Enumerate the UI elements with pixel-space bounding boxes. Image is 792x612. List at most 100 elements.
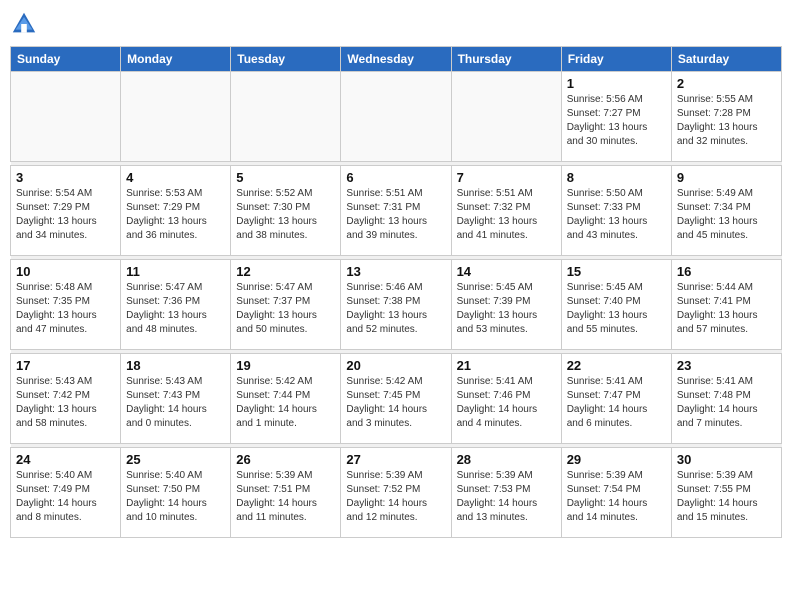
day-number: 18 [126, 358, 225, 373]
calendar-week-row: 24 Sunrise: 5:40 AM Sunset: 7:49 PM Dayli… [11, 448, 782, 538]
col-tuesday: Tuesday [231, 47, 341, 72]
day-number: 30 [677, 452, 776, 467]
day-info: Sunrise: 5:43 AM Sunset: 7:42 PM Dayligh… [16, 375, 115, 431]
day-info: Sunrise: 5:45 AM Sunset: 7:40 PM Dayligh… [567, 281, 666, 337]
day-info: Sunrise: 5:41 AM Sunset: 7:48 PM Dayligh… [677, 375, 776, 431]
day-number: 3 [16, 170, 115, 185]
table-row: 26 Sunrise: 5:39 AM Sunset: 7:51 PM Dayli… [231, 448, 341, 538]
col-sunday: Sunday [11, 47, 121, 72]
day-info: Sunrise: 5:39 AM Sunset: 7:55 PM Dayligh… [677, 469, 776, 525]
day-number: 19 [236, 358, 335, 373]
table-row: 17 Sunrise: 5:43 AM Sunset: 7:42 PM Dayli… [11, 354, 121, 444]
day-number: 23 [677, 358, 776, 373]
calendar-week-row: 3 Sunrise: 5:54 AM Sunset: 7:29 PM Daylig… [11, 166, 782, 256]
table-row: 3 Sunrise: 5:54 AM Sunset: 7:29 PM Daylig… [11, 166, 121, 256]
table-row: 9Sunrise: 5:49 AM Sunset: 7:34 PM Daylig… [671, 166, 781, 256]
page-header [10, 10, 782, 38]
day-number: 9 [677, 170, 776, 185]
table-row: 23 Sunrise: 5:41 AM Sunset: 7:48 PM Dayli… [671, 354, 781, 444]
day-info: Sunrise: 5:44 AM Sunset: 7:41 PM Dayligh… [677, 281, 776, 337]
day-number: 29 [567, 452, 666, 467]
col-thursday: Thursday [451, 47, 561, 72]
table-row: 4 Sunrise: 5:53 AM Sunset: 7:29 PM Daylig… [121, 166, 231, 256]
table-row: 2 Sunrise: 5:55 AM Sunset: 7:28 PM Daylig… [671, 72, 781, 162]
day-info: Sunrise: 5:47 AM Sunset: 7:36 PM Dayligh… [126, 281, 225, 337]
table-row: 19 Sunrise: 5:42 AM Sunset: 7:44 PM Dayli… [231, 354, 341, 444]
table-row: 1 Sunrise: 5:56 AM Sunset: 7:27 PM Daylig… [561, 72, 671, 162]
day-info: Sunrise: 5:51 AM Sunset: 7:31 PM Dayligh… [346, 187, 445, 243]
day-number: 22 [567, 358, 666, 373]
table-row: 18Sunrise: 5:43 AM Sunset: 7:43 PM Dayli… [121, 354, 231, 444]
table-row: 29 Sunrise: 5:39 AM Sunset: 7:54 PM Dayli… [561, 448, 671, 538]
day-number: 27 [346, 452, 445, 467]
table-row: 15 Sunrise: 5:45 AM Sunset: 7:40 PM Dayli… [561, 260, 671, 350]
table-row: 7Sunrise: 5:51 AM Sunset: 7:32 PM Daylig… [451, 166, 561, 256]
day-number: 26 [236, 452, 335, 467]
col-wednesday: Wednesday [341, 47, 451, 72]
day-info: Sunrise: 5:48 AM Sunset: 7:35 PM Dayligh… [16, 281, 115, 337]
table-row: 24 Sunrise: 5:40 AM Sunset: 7:49 PM Dayli… [11, 448, 121, 538]
day-number: 1 [567, 76, 666, 91]
day-number: 8 [567, 170, 666, 185]
day-info: Sunrise: 5:54 AM Sunset: 7:29 PM Dayligh… [16, 187, 115, 243]
day-info: Sunrise: 5:53 AM Sunset: 7:29 PM Dayligh… [126, 187, 225, 243]
day-info: Sunrise: 5:46 AM Sunset: 7:38 PM Dayligh… [346, 281, 445, 337]
day-info: Sunrise: 5:55 AM Sunset: 7:28 PM Dayligh… [677, 93, 776, 149]
table-row: 22 Sunrise: 5:41 AM Sunset: 7:47 PM Dayli… [561, 354, 671, 444]
day-number: 6 [346, 170, 445, 185]
table-row: 28 Sunrise: 5:39 AM Sunset: 7:53 PM Dayli… [451, 448, 561, 538]
table-row: 16 Sunrise: 5:44 AM Sunset: 7:41 PM Dayli… [671, 260, 781, 350]
day-info: Sunrise: 5:52 AM Sunset: 7:30 PM Dayligh… [236, 187, 335, 243]
day-number: 12 [236, 264, 335, 279]
table-row: 10 Sunrise: 5:48 AM Sunset: 7:35 PM Dayli… [11, 260, 121, 350]
calendar-week-row: 17 Sunrise: 5:43 AM Sunset: 7:42 PM Dayli… [11, 354, 782, 444]
day-number: 15 [567, 264, 666, 279]
day-number: 24 [16, 452, 115, 467]
table-row: 13 Sunrise: 5:46 AM Sunset: 7:38 PM Dayli… [341, 260, 451, 350]
table-row: 27 Sunrise: 5:39 AM Sunset: 7:52 PM Dayli… [341, 448, 451, 538]
day-info: Sunrise: 5:41 AM Sunset: 7:47 PM Dayligh… [567, 375, 666, 431]
table-row [11, 72, 121, 162]
col-friday: Friday [561, 47, 671, 72]
table-row [231, 72, 341, 162]
calendar-week-row: 10 Sunrise: 5:48 AM Sunset: 7:35 PM Dayli… [11, 260, 782, 350]
table-row [341, 72, 451, 162]
day-info: Sunrise: 5:40 AM Sunset: 7:49 PM Dayligh… [16, 469, 115, 525]
calendar-header-row: Sunday Monday Tuesday Wednesday Thursday… [11, 47, 782, 72]
day-number: 17 [16, 358, 115, 373]
day-info: Sunrise: 5:39 AM Sunset: 7:53 PM Dayligh… [457, 469, 556, 525]
day-number: 13 [346, 264, 445, 279]
day-info: Sunrise: 5:40 AM Sunset: 7:50 PM Dayligh… [126, 469, 225, 525]
day-number: 10 [16, 264, 115, 279]
day-number: 2 [677, 76, 776, 91]
day-info: Sunrise: 5:39 AM Sunset: 7:51 PM Dayligh… [236, 469, 335, 525]
day-info: Sunrise: 5:56 AM Sunset: 7:27 PM Dayligh… [567, 93, 666, 149]
table-row: 25 Sunrise: 5:40 AM Sunset: 7:50 PM Dayli… [121, 448, 231, 538]
day-number: 11 [126, 264, 225, 279]
day-info: Sunrise: 5:42 AM Sunset: 7:44 PM Dayligh… [236, 375, 335, 431]
table-row: 12Sunrise: 5:47 AM Sunset: 7:37 PM Dayli… [231, 260, 341, 350]
day-number: 21 [457, 358, 556, 373]
day-number: 16 [677, 264, 776, 279]
day-number: 14 [457, 264, 556, 279]
table-row: 20Sunrise: 5:42 AM Sunset: 7:45 PM Dayli… [341, 354, 451, 444]
table-row: 6 Sunrise: 5:51 AM Sunset: 7:31 PM Daylig… [341, 166, 451, 256]
table-row: 5 Sunrise: 5:52 AM Sunset: 7:30 PM Daylig… [231, 166, 341, 256]
table-row: 14Sunrise: 5:45 AM Sunset: 7:39 PM Dayli… [451, 260, 561, 350]
day-number: 25 [126, 452, 225, 467]
table-row: 21 Sunrise: 5:41 AM Sunset: 7:46 PM Dayli… [451, 354, 561, 444]
day-info: Sunrise: 5:50 AM Sunset: 7:33 PM Dayligh… [567, 187, 666, 243]
day-number: 28 [457, 452, 556, 467]
day-number: 4 [126, 170, 225, 185]
logo [10, 10, 40, 38]
logo-icon [10, 10, 38, 38]
col-monday: Monday [121, 47, 231, 72]
day-number: 5 [236, 170, 335, 185]
day-info: Sunrise: 5:39 AM Sunset: 7:52 PM Dayligh… [346, 469, 445, 525]
day-info: Sunrise: 5:41 AM Sunset: 7:46 PM Dayligh… [457, 375, 556, 431]
table-row: 8 Sunrise: 5:50 AM Sunset: 7:33 PM Daylig… [561, 166, 671, 256]
calendar-table: Sunday Monday Tuesday Wednesday Thursday… [10, 46, 782, 538]
calendar-week-row: 1 Sunrise: 5:56 AM Sunset: 7:27 PM Daylig… [11, 72, 782, 162]
table-row [121, 72, 231, 162]
day-info: Sunrise: 5:39 AM Sunset: 7:54 PM Dayligh… [567, 469, 666, 525]
